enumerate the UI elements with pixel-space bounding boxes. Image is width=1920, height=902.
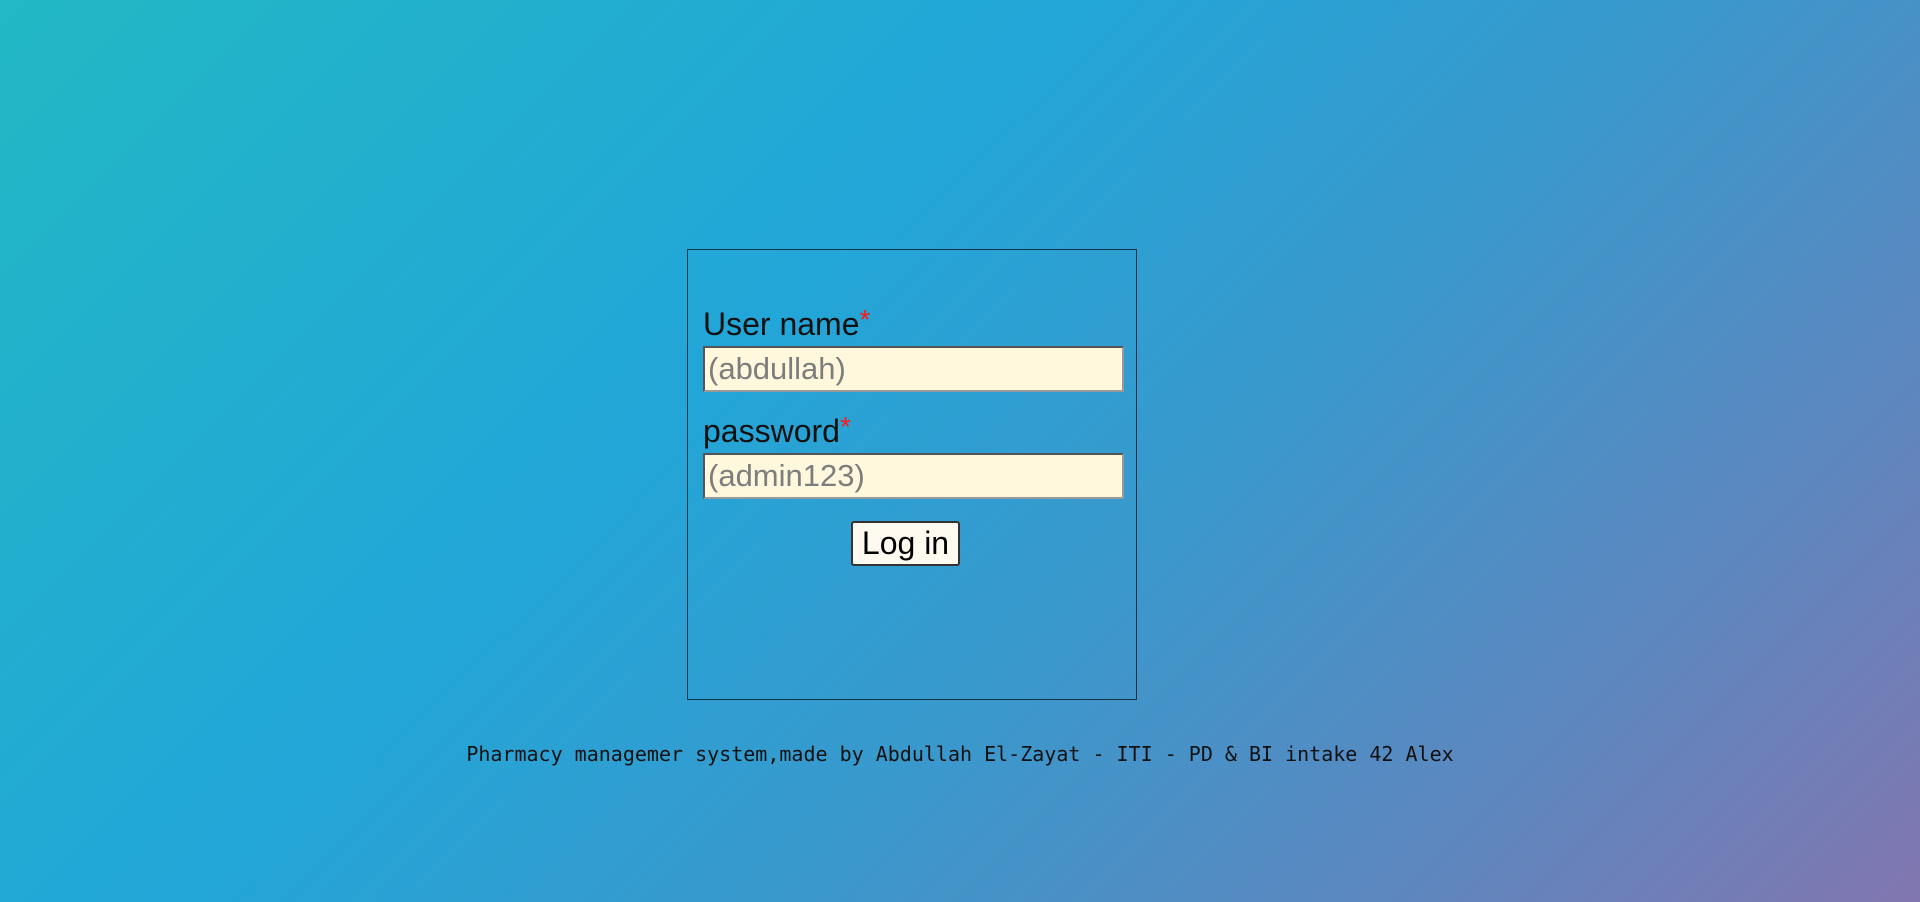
footer-credit: Pharmacy managemer system,made by Abdull… xyxy=(466,742,1454,766)
username-label: User name* xyxy=(703,304,871,342)
password-input[interactable] xyxy=(703,453,1124,499)
username-label-text: User name xyxy=(703,306,860,342)
login-form: User name* password* Log in xyxy=(687,249,1137,700)
password-label-text: password xyxy=(703,413,840,449)
username-input[interactable] xyxy=(703,346,1124,392)
username-required-marker: * xyxy=(859,304,871,335)
login-button[interactable]: Log in xyxy=(851,521,960,566)
password-label: password* xyxy=(703,411,851,449)
password-required-marker: * xyxy=(839,411,851,442)
